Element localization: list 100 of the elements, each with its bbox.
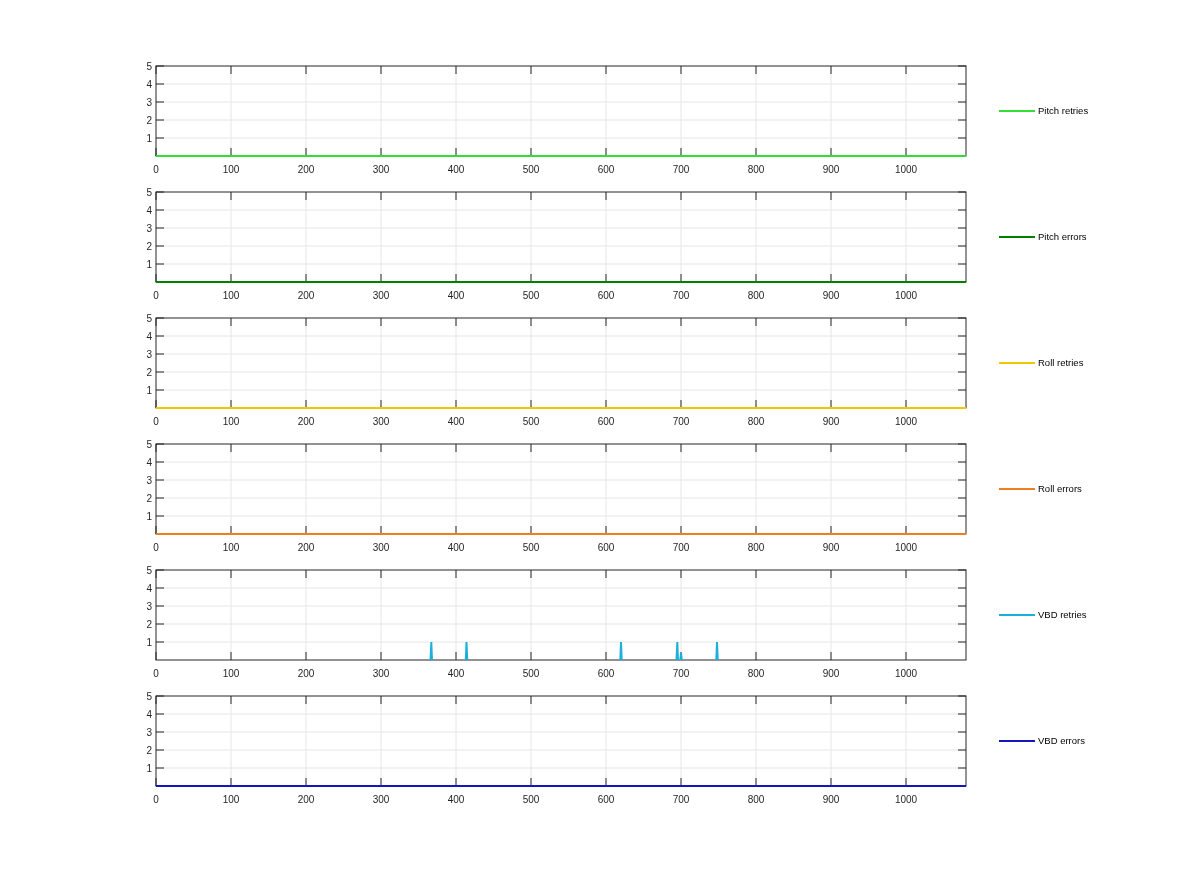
x-tick-label: 600 [597, 542, 615, 553]
x-tick-label: 300 [372, 164, 390, 175]
y-tick-label: 2 [146, 367, 152, 378]
y-tick-label: 1 [146, 385, 152, 396]
x-tick-label: 800 [747, 542, 765, 553]
x-tick-label: 0 [153, 542, 159, 553]
x-tick-label: 600 [597, 794, 615, 805]
x-tick-label: 600 [597, 164, 615, 175]
y-tick-label: 3 [146, 223, 152, 234]
x-tick-label: 200 [297, 290, 315, 301]
x-tick-label: 200 [297, 794, 315, 805]
y-tick-label: 4 [146, 79, 152, 90]
x-tick-label: 400 [447, 416, 465, 427]
x-tick-label: 1000 [894, 668, 918, 679]
legend-label: Pitch errors [1038, 230, 1087, 244]
x-tick-label: 500 [522, 164, 540, 175]
x-tick-label: 0 [153, 164, 159, 175]
x-tick-label: 600 [597, 290, 615, 301]
x-tick-label: 500 [522, 290, 540, 301]
x-tick-label: 300 [372, 794, 390, 805]
x-tick-label: 700 [672, 794, 690, 805]
legend-line-icon [999, 361, 1035, 365]
y-tick-label: 5 [146, 565, 152, 576]
y-tick-label: 1 [146, 133, 152, 144]
y-tick-label: 2 [146, 241, 152, 252]
y-tick-label: 4 [146, 205, 152, 216]
y-tick-label: 3 [146, 475, 152, 486]
x-tick-label: 200 [297, 668, 315, 679]
x-tick-label: 900 [822, 668, 840, 679]
x-tick-label: 1000 [894, 290, 918, 301]
legend-label: Roll errors [1038, 482, 1082, 496]
y-tick-label: 1 [146, 259, 152, 270]
y-tick-label: 3 [146, 601, 152, 612]
x-tick-label: 500 [522, 668, 540, 679]
legend-label: VBD retries [1038, 608, 1087, 622]
x-tick-label: 400 [447, 290, 465, 301]
x-tick-label: 1000 [894, 416, 918, 427]
x-tick-label: 300 [372, 668, 390, 679]
x-tick-label: 1000 [894, 542, 918, 553]
y-tick-label: 2 [146, 115, 152, 126]
x-tick-label: 1000 [894, 164, 918, 175]
y-tick-label: 5 [146, 313, 152, 324]
x-tick-label: 800 [747, 668, 765, 679]
y-tick-label: 4 [146, 331, 152, 342]
x-tick-label: 400 [447, 542, 465, 553]
y-tick-label: 1 [146, 763, 152, 774]
y-tick-label: 4 [146, 583, 152, 594]
legend-line-icon [999, 739, 1035, 743]
legend-line-icon [999, 613, 1035, 617]
legend-line-icon [999, 235, 1035, 239]
x-tick-label: 500 [522, 416, 540, 427]
x-tick-label: 400 [447, 164, 465, 175]
x-tick-label: 700 [672, 164, 690, 175]
x-tick-label: 600 [597, 416, 615, 427]
x-tick-label: 700 [672, 542, 690, 553]
x-tick-label: 200 [297, 416, 315, 427]
x-tick-label: 500 [522, 794, 540, 805]
x-tick-label: 0 [153, 794, 159, 805]
y-tick-label: 1 [146, 637, 152, 648]
legend-line-icon [999, 109, 1035, 113]
x-tick-label: 800 [747, 794, 765, 805]
x-tick-label: 900 [822, 290, 840, 301]
y-tick-label: 5 [146, 187, 152, 198]
x-tick-label: 100 [222, 794, 240, 805]
x-tick-label: 300 [372, 542, 390, 553]
x-tick-label: 200 [297, 542, 315, 553]
x-tick-label: 800 [747, 290, 765, 301]
x-tick-label: 800 [747, 416, 765, 427]
y-tick-label: 5 [146, 61, 152, 72]
x-tick-label: 600 [597, 668, 615, 679]
x-tick-label: 700 [672, 290, 690, 301]
y-tick-label: 4 [146, 709, 152, 720]
y-tick-label: 4 [146, 457, 152, 468]
y-tick-label: 2 [146, 619, 152, 630]
x-tick-label: 0 [153, 668, 159, 679]
x-tick-label: 300 [372, 416, 390, 427]
x-tick-label: 700 [672, 416, 690, 427]
x-tick-label: 500 [522, 542, 540, 553]
x-tick-label: 400 [447, 794, 465, 805]
x-tick-label: 900 [822, 416, 840, 427]
y-tick-label: 3 [146, 349, 152, 360]
x-tick-label: 400 [447, 668, 465, 679]
x-tick-label: 0 [153, 290, 159, 301]
y-tick-label: 5 [146, 439, 152, 450]
y-tick-label: 2 [146, 493, 152, 504]
x-tick-label: 900 [822, 794, 840, 805]
legend-label: Pitch retries [1038, 104, 1089, 118]
x-tick-label: 1000 [894, 794, 918, 805]
x-tick-label: 0 [153, 416, 159, 427]
x-tick-label: 200 [297, 164, 315, 175]
y-tick-label: 1 [146, 511, 152, 522]
y-tick-label: 5 [146, 691, 152, 702]
x-tick-label: 900 [822, 164, 840, 175]
x-tick-label: 100 [222, 542, 240, 553]
x-tick-label: 700 [672, 668, 690, 679]
y-tick-label: 3 [146, 97, 152, 108]
legend-label: VBD errors [1038, 734, 1085, 748]
x-tick-label: 100 [222, 164, 240, 175]
x-tick-label: 100 [222, 668, 240, 679]
y-tick-label: 2 [146, 745, 152, 756]
